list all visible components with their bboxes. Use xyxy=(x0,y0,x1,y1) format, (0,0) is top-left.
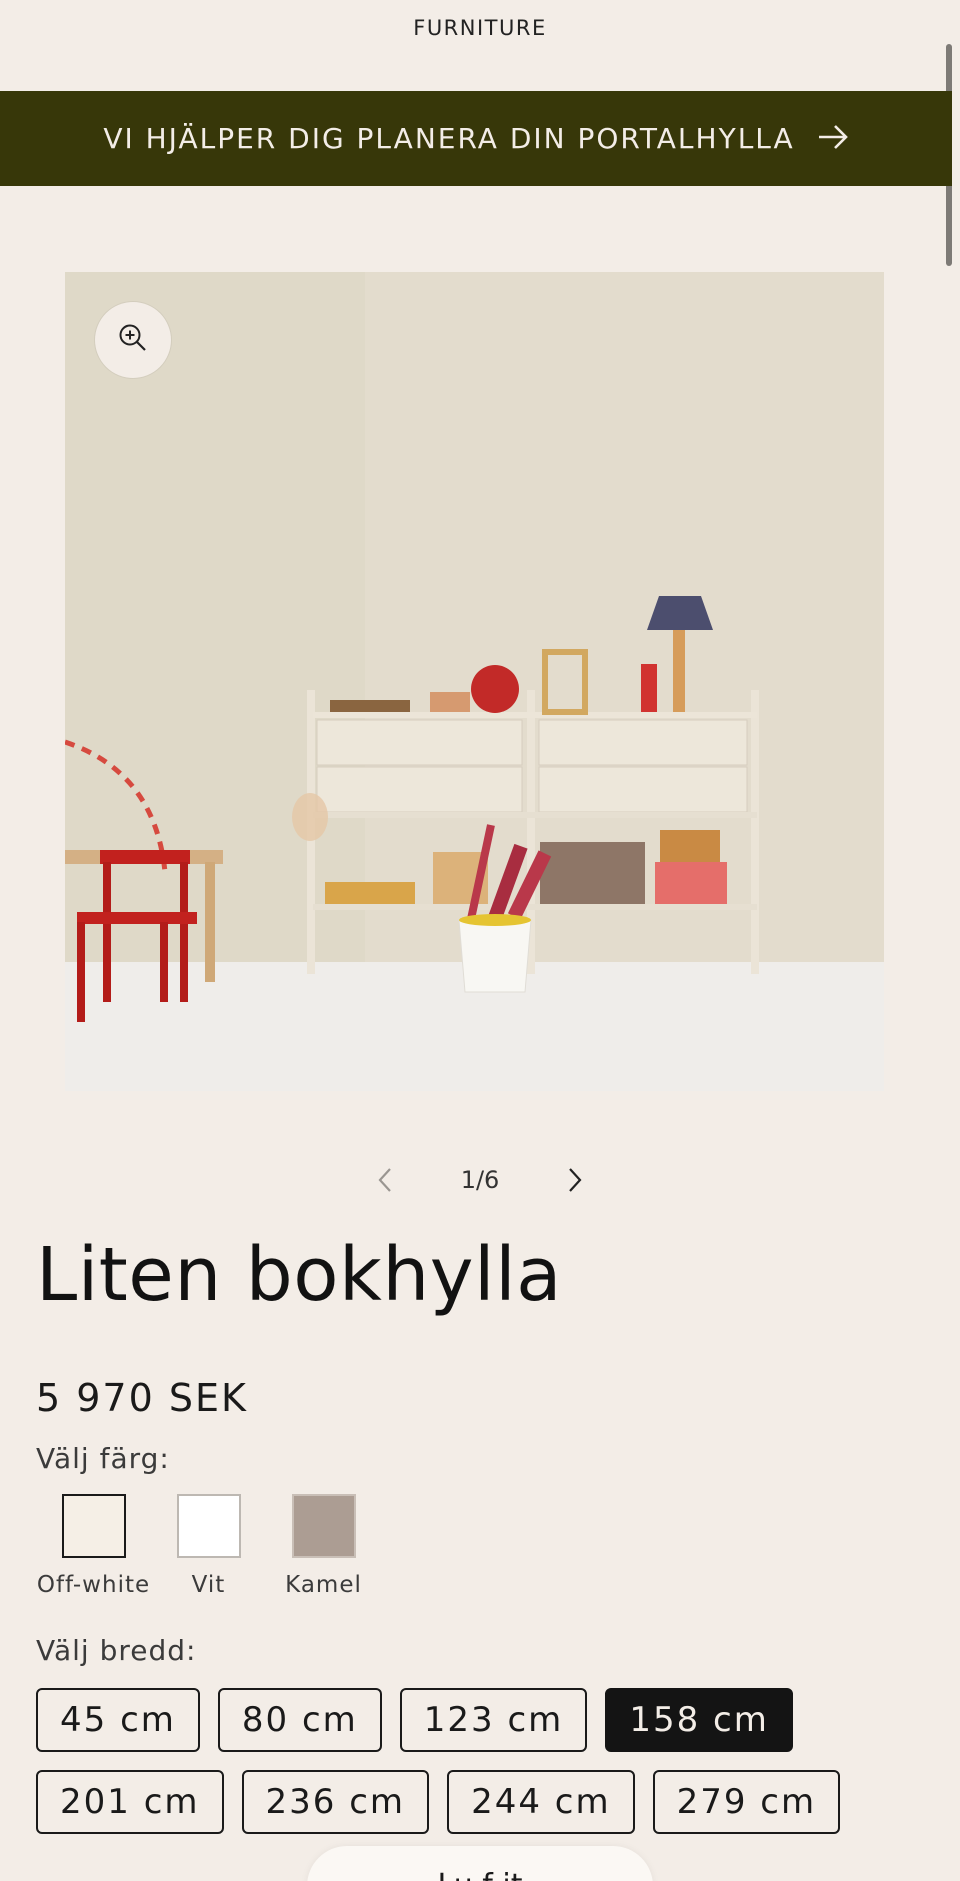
color-option-vit[interactable]: Vit xyxy=(151,1494,266,1598)
width-option-button[interactable]: 279 cm xyxy=(652,1770,841,1834)
swatch-box[interactable] xyxy=(291,1494,356,1558)
zoom-button[interactable] xyxy=(95,302,171,378)
product-price: 5 970 SEK xyxy=(36,1376,248,1420)
product-title: Liten bokhylla xyxy=(36,1232,563,1318)
color-label: Välj färg: xyxy=(36,1442,170,1475)
image-counter: 1/6 xyxy=(460,1166,500,1194)
swatch-name: Vit xyxy=(191,1572,226,1598)
floating-action-button[interactable]: Lu f it xyxy=(307,1846,653,1881)
zoom-in-icon xyxy=(118,323,148,357)
width-option-button[interactable]: 236 cm xyxy=(241,1770,430,1834)
width-option-button[interactable]: 123 cm xyxy=(399,1688,588,1752)
swatch-box[interactable] xyxy=(176,1494,241,1558)
width-option-button[interactable]: 201 cm xyxy=(36,1770,224,1834)
top-header: FURNITURE xyxy=(0,0,960,91)
gallery-pager: 1/6 xyxy=(0,1160,960,1200)
color-option-kamel[interactable]: Kamel xyxy=(266,1494,381,1598)
chevron-left-icon xyxy=(378,1168,391,1192)
previous-image-button[interactable] xyxy=(365,1160,405,1200)
width-option-button[interactable]: 244 cm xyxy=(447,1770,635,1834)
width-option-button[interactable]: 80 cm xyxy=(217,1688,382,1752)
swatch-box[interactable] xyxy=(61,1494,126,1558)
color-option-off-white[interactable]: Off-white xyxy=(36,1494,151,1598)
banner-text: VI HJÄLPER DIG PLANERA DIN PORTALHYLLA xyxy=(103,122,795,155)
floating-label: Lu f it xyxy=(438,1868,523,1881)
swatch-name: Kamel xyxy=(285,1572,362,1598)
width-option-button[interactable]: 45 cm xyxy=(36,1688,200,1752)
swatch-name: Off-white xyxy=(36,1572,151,1598)
width-options: 45 cm 80 cm 123 cm 158 cm 201 cm 236 cm … xyxy=(36,1688,916,1834)
product-photo xyxy=(65,272,884,1091)
width-option-button-selected[interactable]: 158 cm xyxy=(605,1688,793,1752)
promo-banner[interactable]: VI HJÄLPER DIG PLANERA DIN PORTALHYLLA xyxy=(0,91,952,186)
width-label: Välj bredd: xyxy=(36,1634,197,1667)
arrow-right-icon xyxy=(817,122,849,156)
color-swatches: Off-white Vit Kamel xyxy=(36,1494,381,1598)
site-logo[interactable]: FURNITURE xyxy=(413,16,547,91)
chevron-right-icon xyxy=(569,1168,582,1192)
product-image[interactable] xyxy=(65,272,884,1091)
next-image-button[interactable] xyxy=(555,1160,595,1200)
